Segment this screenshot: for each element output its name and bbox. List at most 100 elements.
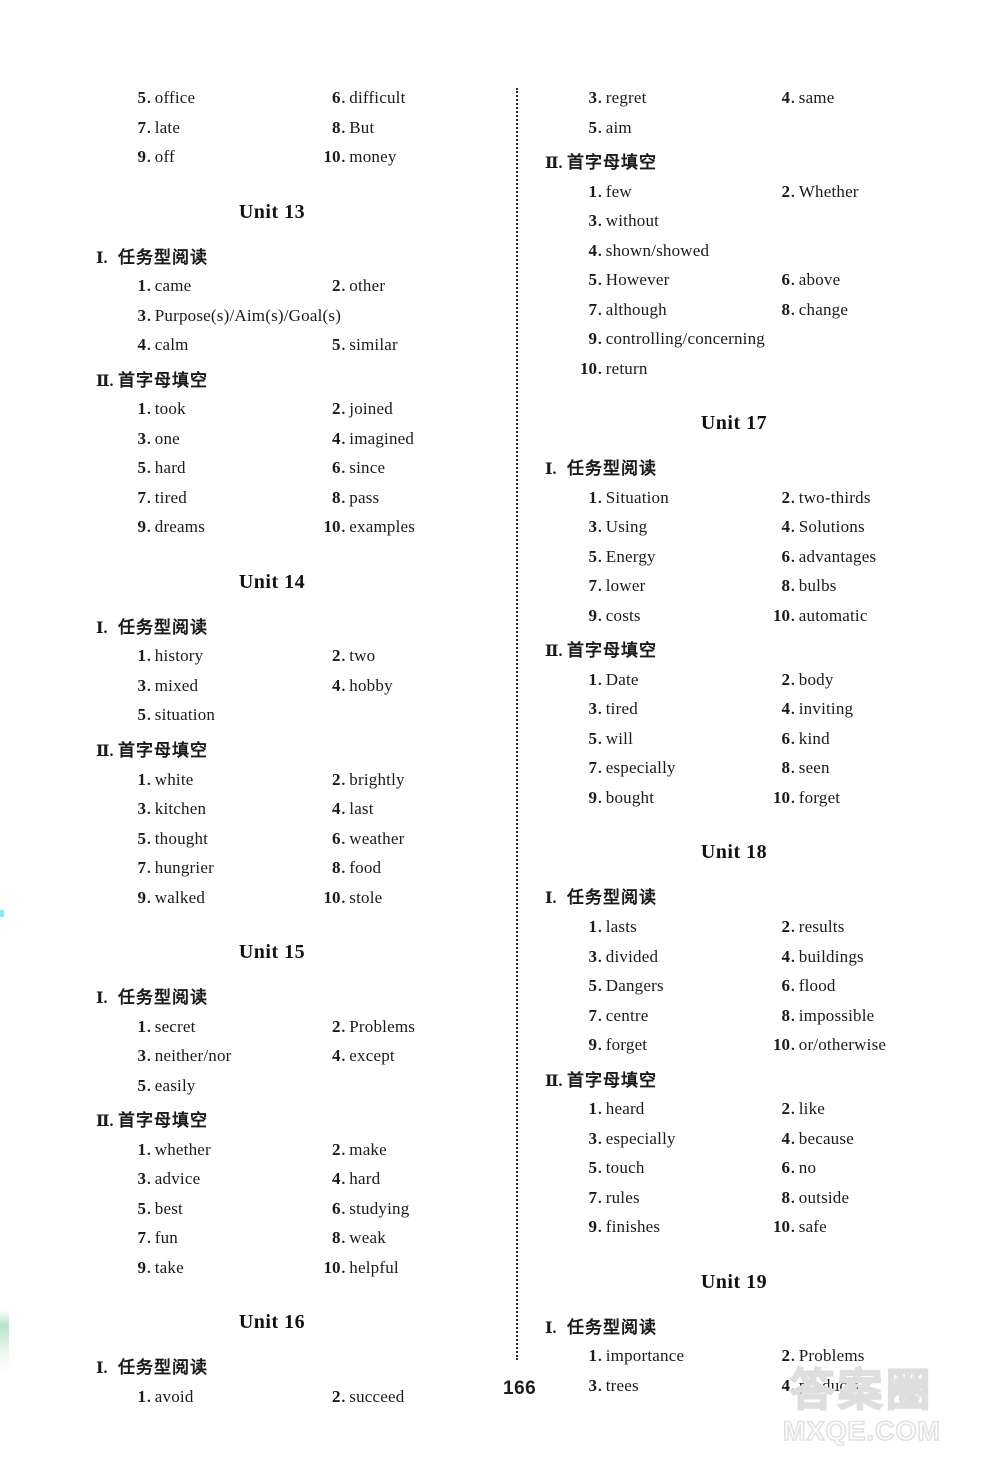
answer-item: 6. studying xyxy=(299,1199,496,1219)
answer-text: Problems xyxy=(798,1346,865,1366)
answer-number-dot: . xyxy=(791,273,795,290)
answer-item: 5. easily xyxy=(96,1076,301,1096)
answer-number-dot: . xyxy=(598,579,602,596)
answer-text: office xyxy=(154,88,196,107)
answer-row: 1. Situation 2. two-thirds xyxy=(545,488,953,518)
answer-number-dot: . xyxy=(147,1231,151,1248)
scan-artifact-cyan xyxy=(0,910,4,917)
section-roman-numeral: Ⅱ. xyxy=(96,742,114,760)
answer-number-dot: . xyxy=(341,338,346,355)
answer-item: 1. heard xyxy=(545,1099,750,1119)
answer-number: 10 xyxy=(323,887,341,907)
answer-row: 9. forget 10. or/otherwise xyxy=(545,1035,953,1065)
answer-item: 5. Dangers xyxy=(545,976,750,996)
answer-item: 2. results xyxy=(750,917,950,937)
answer-number-dot: . xyxy=(341,861,346,878)
answer-item: 7. late xyxy=(96,118,299,138)
answer-item: 3. advice xyxy=(96,1169,299,1189)
answer-number: 9 xyxy=(588,605,598,625)
answer-number-dot: . xyxy=(598,520,602,537)
answer-text: came xyxy=(154,276,192,296)
answer-number: 6 xyxy=(332,1198,341,1218)
answer-text: brightly xyxy=(349,769,405,789)
answer-row: 9. take 10. helpful xyxy=(96,1258,496,1288)
section-heading: Ⅰ. 任务型阅读 xyxy=(96,616,496,641)
answer-number-dot: . xyxy=(598,949,602,966)
answer-number: 2 xyxy=(332,646,341,666)
answer-number: 4 xyxy=(332,428,341,448)
answer-row: 4. calm 5. similar xyxy=(96,335,496,365)
answer-number-dot: . xyxy=(598,702,602,719)
answer-item: 1. Date xyxy=(545,670,750,690)
answer-item: 6. flood xyxy=(750,976,950,996)
answer-text: touch xyxy=(605,1158,645,1178)
section-heading-label: 任务型阅读 xyxy=(567,888,657,909)
answer-number-dot: . xyxy=(791,1220,795,1237)
answer-item: 8. impossible xyxy=(750,1006,950,1026)
answer-row: 7. fun 8. weak xyxy=(96,1228,496,1258)
answer-text: similar xyxy=(349,335,398,355)
answer-list: 1. heard 2. like 3. especially 4. because 5. touc… xyxy=(545,1099,953,1247)
answer-number: 4 xyxy=(781,946,791,966)
answer-item: 3. one xyxy=(96,429,299,449)
answer-number: 8 xyxy=(781,1187,791,1207)
answer-number-dot: . xyxy=(598,920,602,937)
unit-title: Unit 18 xyxy=(700,841,768,864)
answer-number: 2 xyxy=(332,1016,341,1036)
answer-number: 1 xyxy=(588,181,598,201)
answer-number-dot: . xyxy=(598,1131,602,1148)
answer-row: 9. costs 10. automatic xyxy=(545,606,953,636)
section-heading: Ⅰ. 任务型阅读 xyxy=(545,457,953,482)
answer-text: white xyxy=(154,769,194,789)
section-heading: Ⅱ. 首字母填空 xyxy=(545,639,953,664)
answer-number-dot: . xyxy=(147,831,151,848)
answer-item: 9. finishes xyxy=(545,1217,750,1237)
left-column: 5. office 6. difficult 7. late 8. But 9. off 10. mo… xyxy=(96,88,496,1418)
answer-text: whether xyxy=(154,1139,211,1159)
answer-item: 10. safe xyxy=(750,1217,950,1237)
answer-text: difficult xyxy=(349,88,406,107)
answer-text: situation xyxy=(154,705,216,725)
answer-text: two-thirds xyxy=(798,487,871,507)
answer-number: 7 xyxy=(137,487,147,507)
answer-number-dot: . xyxy=(598,490,602,507)
answer-row: 7. rules 8. outside xyxy=(545,1188,953,1218)
answer-number-dot: . xyxy=(341,1201,346,1218)
answer-text: results xyxy=(798,917,845,937)
answer-number: 1 xyxy=(588,917,598,937)
section-heading-label: 任务型阅读 xyxy=(118,617,208,638)
answer-text: change xyxy=(798,299,849,319)
answer-number-dot: . xyxy=(598,1038,602,1055)
answer-item: 4. shown/showed xyxy=(545,241,750,261)
answer-number-dot: . xyxy=(147,120,151,137)
answer-number-dot: . xyxy=(791,1161,795,1178)
answer-number-dot: . xyxy=(147,279,151,296)
answer-number: 5 xyxy=(332,335,341,355)
answer-number: 9 xyxy=(137,147,147,166)
answer-number-dot: . xyxy=(791,949,795,966)
answer-text: forget xyxy=(798,787,841,807)
answer-number: 5 xyxy=(588,976,598,996)
answer-number: 6 xyxy=(781,546,791,566)
answer-number-dot: . xyxy=(791,1131,795,1148)
answer-item: 9. forget xyxy=(545,1035,750,1055)
answer-text: Dangers xyxy=(605,976,664,996)
answer-text: seen xyxy=(798,758,830,778)
section-heading-label: 首字母填空 xyxy=(118,1111,208,1132)
section-roman-numeral: Ⅱ. xyxy=(545,155,563,172)
answer-number: 6 xyxy=(781,270,791,290)
answer-number-dot: . xyxy=(341,461,346,478)
answer-number-dot: . xyxy=(791,549,795,566)
answer-number-dot: . xyxy=(147,338,151,355)
answer-number: 4 xyxy=(332,1169,341,1189)
answer-text: weak xyxy=(349,1228,386,1248)
answer-number-dot: . xyxy=(147,1172,151,1189)
answer-text: imagined xyxy=(349,428,415,448)
answer-number-dot: . xyxy=(598,1349,602,1366)
answer-number: 3 xyxy=(137,799,147,819)
answer-row: 3. kitchen 4. last xyxy=(96,799,496,829)
answer-text: Purpose(s)/Aim(s)/Goal(s) xyxy=(154,305,342,325)
section-heading-label: 首字母填空 xyxy=(118,740,208,761)
answer-number: 3 xyxy=(588,699,598,719)
answer-item: 1. few xyxy=(545,182,750,202)
